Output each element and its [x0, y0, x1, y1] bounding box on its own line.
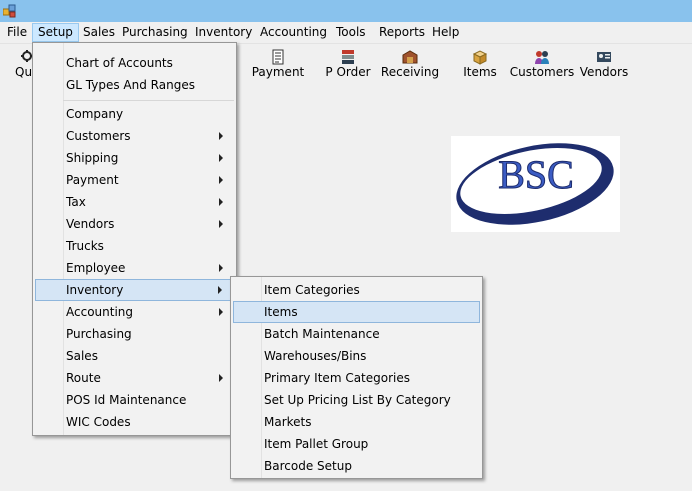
submenu-item-items[interactable]: Items: [233, 301, 480, 323]
menu-setup[interactable]: Setup: [32, 23, 79, 42]
menu-item-vendors[interactable]: Vendors: [35, 213, 234, 235]
menu-file[interactable]: File: [2, 23, 32, 42]
submenu-arrow-icon: [219, 308, 223, 316]
bsc-miami-logo: BSC MIAMI: [451, 136, 620, 232]
menu-item-shipping[interactable]: Shipping: [35, 147, 234, 169]
menu-item-chart-of-accounts[interactable]: Chart of Accounts: [35, 52, 234, 74]
setup-dropdown-menu: Chart of Accounts GL Types And Ranges Co…: [32, 42, 237, 436]
submenu-arrow-icon: [219, 374, 223, 382]
menu-item-gl-types-and-ranges[interactable]: GL Types And Ranges: [35, 74, 234, 96]
menu-item-label: Shipping: [66, 151, 119, 165]
logo-text: BSC: [498, 152, 574, 197]
submenu-arrow-icon: [219, 264, 223, 272]
submenu-arrow-icon: [219, 220, 223, 228]
menu-item-inventory[interactable]: Inventory: [35, 279, 234, 301]
menu-item-route[interactable]: Route: [35, 367, 234, 389]
menu-tools[interactable]: Tools: [331, 23, 371, 42]
menu-item-company[interactable]: Company: [35, 103, 234, 125]
menu-item-label: Payment: [66, 173, 119, 187]
submenu-item-warehouses-bins[interactable]: Warehouses/Bins: [233, 345, 480, 367]
toolbar-vendors-label: Vendors: [579, 65, 629, 79]
menu-sales[interactable]: Sales: [78, 23, 120, 42]
menu-item-purchasing[interactable]: Purchasing: [35, 323, 234, 345]
menu-item-label: Accounting: [66, 305, 134, 319]
title-bar: [0, 0, 692, 22]
vendors-icon: [597, 52, 611, 62]
logo-subtext: MIAMI: [522, 196, 557, 208]
menu-purchasing[interactable]: Purchasing: [117, 23, 193, 42]
submenu-item-batch-maintenance[interactable]: Batch Maintenance: [233, 323, 480, 345]
menu-item-label: POS Id Maintenance: [66, 393, 187, 407]
inventory-submenu: Item Categories Items Batch Maintenance …: [230, 276, 483, 479]
menu-item-label: WIC Codes: [66, 415, 131, 429]
submenu-arrow-icon: [219, 198, 223, 206]
submenu-item-item-categories[interactable]: Item Categories: [233, 279, 480, 301]
menu-item-label: Purchasing: [66, 327, 132, 341]
submenu-item-primary-item-categories[interactable]: Primary Item Categories: [233, 367, 480, 389]
toolbar-receiving-button[interactable]: Receiving: [378, 47, 442, 83]
items-box-icon: [472, 50, 488, 65]
submenu-arrow-icon: [219, 154, 223, 162]
receiving-icon: [402, 50, 418, 64]
menu-item-label: Tax: [66, 195, 86, 209]
menu-help[interactable]: Help: [427, 23, 464, 42]
menu-reports[interactable]: Reports: [374, 23, 430, 42]
purchase-order-icon: [342, 50, 354, 64]
menu-item-pos-id-maintenance[interactable]: POS Id Maintenance: [35, 389, 234, 411]
menu-item-wic-codes[interactable]: WIC Codes: [35, 411, 234, 433]
menu-item-payment[interactable]: Payment: [35, 169, 234, 191]
toolbar-vendors-button[interactable]: Vendors: [572, 47, 636, 83]
payment-icon: [272, 49, 284, 65]
menu-separator: [63, 100, 234, 101]
menu-item-tax[interactable]: Tax: [35, 191, 234, 213]
menu-item-employee[interactable]: Employee: [35, 257, 234, 279]
menu-item-label: Route: [66, 371, 101, 385]
menu-item-label: Employee: [66, 261, 126, 275]
submenu-item-barcode-setup[interactable]: Barcode Setup: [233, 455, 480, 477]
submenu-item-markets[interactable]: Markets: [233, 411, 480, 433]
customers-icon: [535, 51, 549, 64]
menu-item-label: Company: [66, 107, 124, 121]
submenu-item-item-pallet-group[interactable]: Item Pallet Group: [233, 433, 480, 455]
menu-item-label: Vendors: [66, 217, 115, 231]
menu-bar: File Setup Sales Purchasing Inventory Ac…: [0, 22, 692, 44]
submenu-arrow-icon: [219, 176, 223, 184]
menu-item-sales[interactable]: Sales: [35, 345, 234, 367]
app-icon: [3, 4, 16, 18]
menu-item-label: Sales: [66, 349, 98, 363]
submenu-arrow-icon: [218, 286, 222, 294]
menu-accounting[interactable]: Accounting: [255, 23, 332, 42]
submenu-arrow-icon: [219, 132, 223, 140]
menu-inventory[interactable]: Inventory: [190, 23, 257, 42]
menu-item-accounting[interactable]: Accounting: [35, 301, 234, 323]
menu-item-label: Inventory: [66, 283, 124, 297]
menu-item-customers[interactable]: Customers: [35, 125, 234, 147]
logo-graphic: BSC MIAMI: [456, 143, 614, 225]
submenu-item-pricing-list-by-category[interactable]: Set Up Pricing List By Category: [233, 389, 480, 411]
menu-item-trucks[interactable]: Trucks: [35, 235, 234, 257]
menu-item-label: Customers: [66, 129, 131, 143]
menu-item-label: Trucks: [66, 239, 104, 253]
toolbar-payment-button[interactable]: Payment: [246, 47, 310, 83]
